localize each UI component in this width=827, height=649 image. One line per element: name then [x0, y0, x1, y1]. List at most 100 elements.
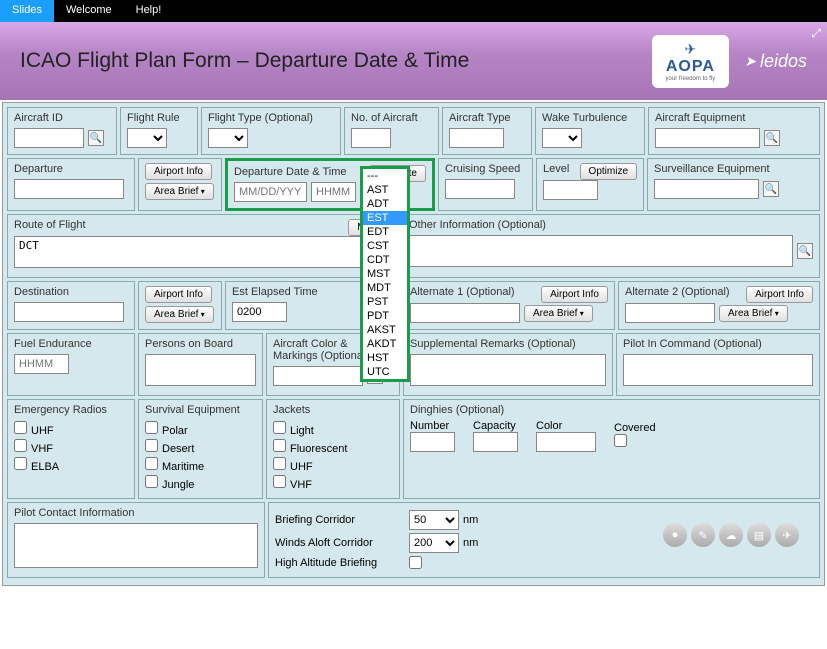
timezone-option[interactable]: CST	[363, 239, 407, 253]
timezone-option[interactable]: MDT	[363, 281, 407, 295]
dinghies-covered-checkbox[interactable]	[614, 434, 627, 447]
survival-option[interactable]: Polar	[145, 420, 256, 438]
survival-option[interactable]: Jungle	[145, 474, 256, 492]
optimize-button[interactable]: Optimize	[580, 163, 637, 180]
tab-slides[interactable]: Slides	[0, 0, 54, 22]
pilot-contact-textarea[interactable]	[14, 523, 258, 568]
aircraft-id-input[interactable]	[14, 128, 84, 148]
emerg-radio-checkbox[interactable]	[14, 457, 27, 470]
area-brief-button[interactable]: Area Brief	[524, 305, 593, 322]
emerg-radio-option[interactable]: UHF	[14, 420, 128, 438]
timezone-option[interactable]: HST	[363, 351, 407, 365]
fuel-input[interactable]	[14, 354, 69, 374]
action-icon-3[interactable]: ☁	[719, 523, 743, 547]
jacket-option[interactable]: VHF	[273, 474, 393, 492]
winds-aloft-select[interactable]: 200	[409, 533, 459, 553]
dinghies-number-input[interactable]	[410, 432, 455, 452]
tab-help[interactable]: Help!	[124, 0, 174, 22]
high-alt-checkbox[interactable]	[409, 556, 422, 569]
other-info-textarea[interactable]	[409, 235, 793, 267]
route-textarea[interactable]: DCT	[14, 236, 392, 268]
surveillance-input[interactable]	[654, 179, 759, 199]
survival-label: Survival Equipment	[145, 404, 256, 416]
jacket-checkbox[interactable]	[273, 475, 286, 488]
est-elapsed-input[interactable]	[232, 302, 287, 322]
jacket-checkbox[interactable]	[273, 457, 286, 470]
departure-time-input[interactable]	[311, 182, 356, 202]
timezone-option[interactable]: AKDT	[363, 337, 407, 351]
alt2-input[interactable]	[625, 303, 715, 323]
search-icon[interactable]: 🔍	[797, 243, 813, 259]
no-aircraft-input[interactable]	[351, 128, 391, 148]
action-icon-2[interactable]: ✎	[691, 523, 715, 547]
route-label: Route of Flight	[14, 219, 86, 232]
remarks-textarea[interactable]	[410, 354, 606, 386]
departure-date-input[interactable]	[234, 182, 307, 202]
emerg-radio-checkbox[interactable]	[14, 439, 27, 452]
briefing-corridor-select[interactable]: 50	[409, 510, 459, 530]
pilot-textarea[interactable]	[623, 354, 813, 386]
jacket-option[interactable]: Light	[273, 420, 393, 438]
other-info-label: Other Information (Optional)	[409, 219, 813, 231]
search-icon[interactable]: 🔍	[763, 181, 779, 197]
emerg-radio-option[interactable]: ELBA	[14, 456, 128, 474]
airport-info-button[interactable]: Airport Info	[145, 163, 212, 180]
jacket-checkbox[interactable]	[273, 439, 286, 452]
survival-checkbox[interactable]	[145, 457, 158, 470]
timezone-option[interactable]: ADT	[363, 197, 407, 211]
survival-option[interactable]: Desert	[145, 438, 256, 456]
persons-textarea[interactable]	[145, 354, 256, 386]
departure-datetime-label: Departure Date & Time	[234, 166, 347, 178]
aircraft-type-input[interactable]	[449, 128, 504, 148]
timezone-option[interactable]: EDT	[363, 225, 407, 239]
pilot-contact-label: Pilot Contact Information	[14, 507, 258, 519]
alt1-input[interactable]	[410, 303, 520, 323]
destination-input[interactable]	[14, 302, 124, 322]
color-input[interactable]	[273, 366, 363, 386]
wake-select[interactable]	[542, 128, 582, 148]
level-input[interactable]	[543, 180, 598, 200]
airport-info-button[interactable]: Airport Info	[746, 286, 813, 303]
dinghies-color-input[interactable]	[536, 432, 596, 452]
timezone-option[interactable]: AST	[363, 183, 407, 197]
timezone-option[interactable]: PDT	[363, 309, 407, 323]
timezone-option[interactable]: CDT	[363, 253, 407, 267]
timezone-dropdown-list[interactable]: ---ASTADTESTEDTCSTCDTMSTMDTPSTPDTAKSTAKD…	[360, 166, 410, 382]
flight-type-select[interactable]	[208, 128, 248, 148]
timezone-option[interactable]: PST	[363, 295, 407, 309]
jacket-option[interactable]: Fluorescent	[273, 438, 393, 456]
survival-checkbox[interactable]	[145, 421, 158, 434]
action-icon-5[interactable]: ✈	[775, 523, 799, 547]
area-brief-button[interactable]: Area Brief	[145, 306, 214, 323]
expand-icon[interactable]: ⤢	[811, 26, 821, 41]
timezone-option[interactable]: EST	[363, 211, 407, 225]
dinghies-capacity-input[interactable]	[473, 432, 518, 452]
area-brief-button[interactable]: Area Brief	[719, 305, 788, 322]
search-icon[interactable]: 🔍	[764, 130, 780, 146]
timezone-option[interactable]: ---	[363, 169, 407, 183]
survival-checkbox[interactable]	[145, 439, 158, 452]
emerg-radio-checkbox[interactable]	[14, 421, 27, 434]
departure-input[interactable]	[14, 179, 124, 199]
cruising-input[interactable]	[445, 179, 515, 199]
timezone-option[interactable]: AKST	[363, 323, 407, 337]
jacket-checkbox[interactable]	[273, 421, 286, 434]
action-icon-1[interactable]: ●	[663, 523, 687, 547]
airport-info-button[interactable]: Airport Info	[541, 286, 608, 303]
timezone-option[interactable]: UTC	[363, 365, 407, 379]
area-brief-button[interactable]: Area Brief	[145, 183, 214, 200]
jacket-option[interactable]: UHF	[273, 456, 393, 474]
emerg-radio-option[interactable]: VHF	[14, 438, 128, 456]
equipment-input[interactable]	[655, 128, 760, 148]
survival-option[interactable]: Maritime	[145, 456, 256, 474]
level-label: Level	[543, 163, 569, 176]
tab-welcome[interactable]: Welcome	[54, 0, 124, 22]
airport-info-button[interactable]: Airport Info	[145, 286, 212, 303]
timezone-option[interactable]: MST	[363, 267, 407, 281]
flight-rule-select[interactable]	[127, 128, 167, 148]
survival-checkbox[interactable]	[145, 475, 158, 488]
header-banner: ICAO Flight Plan Form – Departure Date &…	[0, 22, 827, 100]
search-icon[interactable]: 🔍	[88, 130, 104, 146]
action-icon-4[interactable]: ▤	[747, 523, 771, 547]
emerg-radios-label: Emergency Radios	[14, 404, 128, 416]
